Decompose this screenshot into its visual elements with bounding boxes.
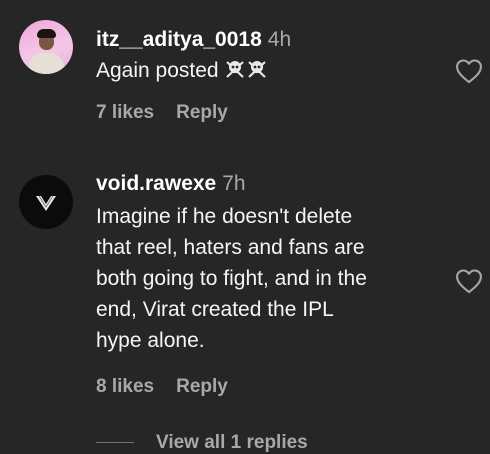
comment-text-line: both going to fight, and in the [96, 267, 367, 290]
comment-text: Imagine if he doesn't delete that reel, … [96, 201, 441, 356]
comment-username[interactable]: itz__aditya_0018 4h [96, 28, 291, 52]
likes-count[interactable]: 8 likes [96, 376, 154, 397]
username-text[interactable]: void.rawexe [96, 172, 216, 195]
comment-text: Again posted [96, 55, 441, 88]
username-text[interactable]: itz__aditya_0018 [96, 28, 262, 51]
likes-count[interactable]: 7 likes [96, 102, 154, 123]
comment-text-line: Imagine if he doesn't delete [96, 205, 353, 228]
comment-text-line: hype alone. [96, 329, 205, 352]
comment-text-line: end, Virat created the IPL [96, 298, 334, 321]
view-replies-button[interactable]: View all 1 replies [96, 432, 308, 454]
comment-username[interactable]: void.rawexe 7h [96, 172, 246, 196]
reply-button[interactable]: Reply [176, 376, 228, 397]
comment-meta: 8 likes Reply [96, 376, 228, 398]
heart-outline-icon[interactable] [455, 268, 483, 294]
skull-crossbones-icon [225, 57, 269, 88]
void-logo-icon [36, 195, 56, 211]
avatar[interactable] [19, 175, 73, 229]
comment-text-line: that reel, haters and fans are [96, 236, 365, 259]
comment-meta: 7 likes Reply [96, 102, 228, 124]
comment-time: 4h [267, 28, 292, 51]
heart-outline-icon[interactable] [455, 58, 483, 84]
divider-line [96, 442, 134, 444]
reply-button[interactable]: Reply [176, 102, 228, 123]
comment-time: 7h [222, 172, 246, 195]
avatar[interactable] [19, 20, 73, 74]
